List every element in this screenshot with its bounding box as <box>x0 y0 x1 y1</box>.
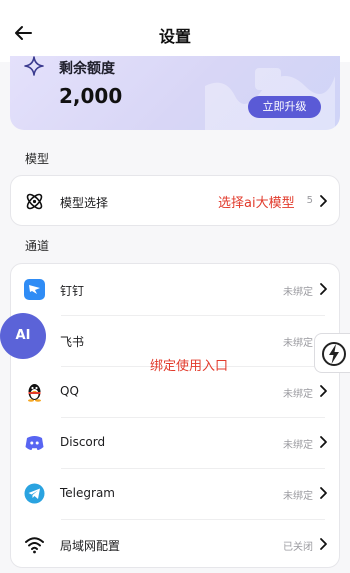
channel-status: 未绑定 <box>283 440 313 451</box>
channel-status: 已关闭 <box>283 542 313 553</box>
channel-row-telegram[interactable]: Telegram 未绑定 <box>11 468 341 519</box>
app-header: 设置 <box>0 0 350 62</box>
telegram-icon <box>24 483 45 504</box>
sparkle-icon <box>24 56 44 76</box>
channel-label: 飞书 <box>60 335 85 349</box>
channel-status: 未绑定 <box>283 338 313 349</box>
model-select-label: 模型选择 <box>60 196 109 210</box>
quota-value: 2,000 <box>59 84 123 108</box>
side-floating-tab[interactable] <box>314 333 350 373</box>
channel-label: Discord <box>60 435 106 449</box>
channel-label: Telegram <box>60 486 115 500</box>
channel-label: QQ <box>60 384 79 398</box>
channel-label: 钉钉 <box>60 284 85 298</box>
chevron-right-icon <box>320 195 327 207</box>
channel-card: 钉钉 未绑定 飞书 未绑定 QQ 未绑定 Discord 未绑定 Telegra… <box>10 263 340 568</box>
section-title-model: 模型 <box>25 152 50 166</box>
channel-row-lan[interactable]: 局域网配置 已关闭 <box>11 519 341 570</box>
atom-icon <box>26 193 43 210</box>
decorative-pattern-icon <box>205 68 335 130</box>
qq-penguin-icon <box>28 384 41 402</box>
channel-status: 未绑定 <box>283 491 313 502</box>
model-select-status: 5 <box>306 195 313 206</box>
channel-label: 局域网配置 <box>60 539 121 553</box>
section-title-channel: 通道 <box>25 239 50 253</box>
ai-assistant-button[interactable]: AI <box>0 313 46 359</box>
discord-icon <box>25 436 44 450</box>
chevron-right-icon <box>320 385 327 397</box>
chevron-right-icon <box>320 538 327 550</box>
dingtalk-icon <box>24 279 45 300</box>
annotation-channel: 绑定使用入口 <box>150 359 229 374</box>
annotation-model: 选择ai大模型 <box>218 196 295 211</box>
lightning-icon <box>322 342 346 366</box>
channel-row-discord[interactable]: Discord 未绑定 <box>11 417 341 468</box>
channel-row-dingtalk[interactable]: 钉钉 未绑定 <box>11 264 341 315</box>
channel-status: 未绑定 <box>283 287 313 298</box>
page-title: 设置 <box>158 27 191 46</box>
channel-status: 未绑定 <box>283 389 313 400</box>
chevron-right-icon <box>320 436 327 448</box>
chevron-right-icon <box>320 487 327 499</box>
quota-label: 剩余额度 <box>59 61 115 77</box>
upgrade-button[interactable]: 立即升级 <box>248 96 321 118</box>
chevron-right-icon <box>320 283 327 295</box>
quota-card: 剩余额度 2,000 立即升级 <box>10 56 340 130</box>
wifi-icon <box>25 537 44 554</box>
